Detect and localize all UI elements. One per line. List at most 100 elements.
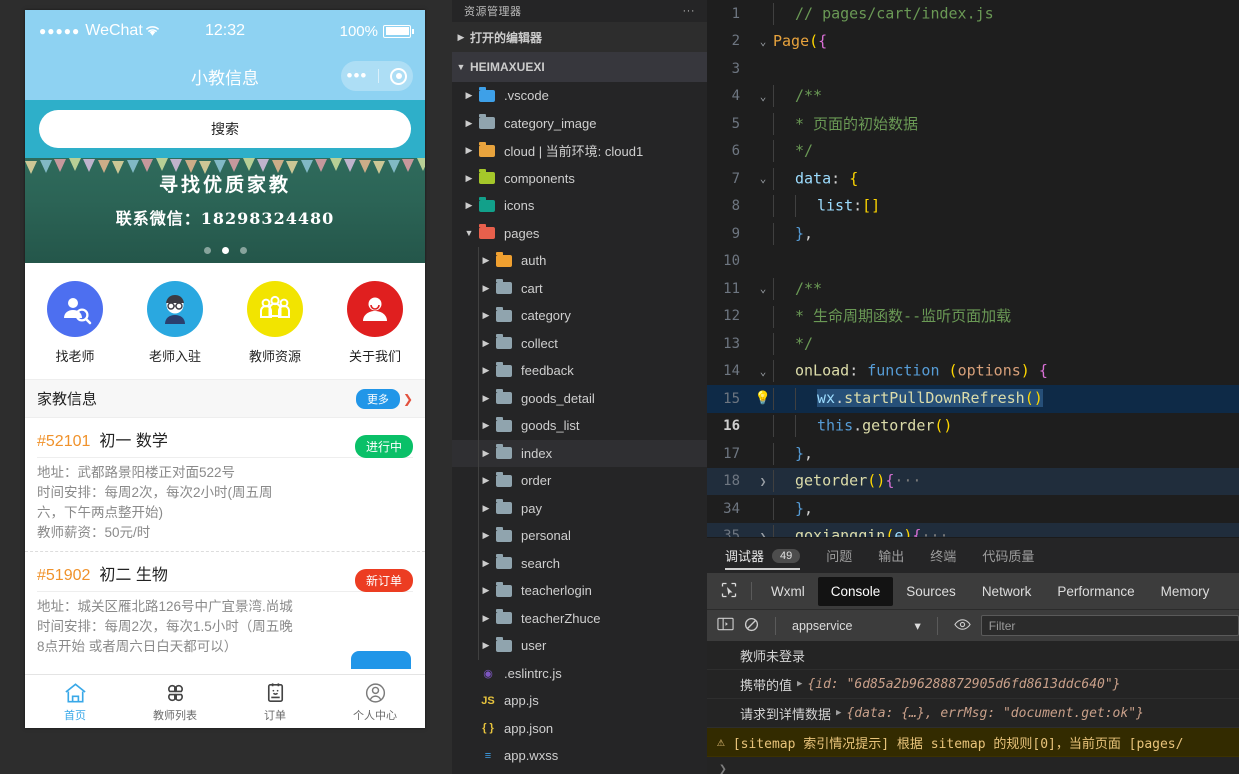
close-target-icon[interactable] [390, 67, 408, 85]
fold-open-icon[interactable]: ⌄ [753, 172, 773, 185]
code-line[interactable]: 8 list:[] [707, 193, 1239, 221]
console-row[interactable]: 请求到详情数据 ▶ {data: {…}, errMsg: "document.… [707, 699, 1239, 728]
tree-folder-search[interactable]: ▶ search [452, 549, 707, 577]
chevron-right-icon[interactable]: ▶ [477, 338, 495, 349]
carousel-dots[interactable] [25, 247, 425, 254]
code-line[interactable]: 4 ⌄/** [707, 83, 1239, 111]
chevron-down-icon[interactable]: ▼ [460, 228, 478, 238]
tree-folder-pay[interactable]: ▶ pay [452, 494, 707, 522]
capsule-button[interactable]: ••• [341, 61, 413, 91]
chevron-right-icon[interactable]: ▶ [460, 200, 478, 211]
code-lines[interactable]: 1// pages/cart/index.js 2 ⌄ Page({3 4 ⌄/** 5 * … [707, 0, 1239, 537]
list-item[interactable]: #51902 初二 生物 地址：城关区雁北路126号中广宜景湾.尚城 时间安排：… [25, 551, 425, 669]
code-line[interactable]: 10 [707, 248, 1239, 276]
explorer-actions-icon[interactable]: ··· [683, 5, 696, 17]
code-line[interactable]: 6 */ [707, 138, 1239, 166]
code-line[interactable]: 9}, [707, 220, 1239, 248]
lightbulb-icon[interactable]: 💡 [753, 391, 773, 406]
chevron-right-icon[interactable]: ▶ [477, 365, 495, 376]
chevron-right-icon[interactable]: ▶ [460, 90, 478, 101]
tab-debugger[interactable]: 调试器 49 [725, 538, 801, 574]
chevron-right-icon[interactable]: ▶ [460, 173, 478, 184]
chevron-right-icon[interactable]: ▶ [477, 283, 495, 294]
tree-folder-pages[interactable]: ▼ pages [452, 220, 707, 248]
tree-file-app.js[interactable]: JS app.js [452, 687, 707, 715]
fold-open-icon[interactable]: ⌄ [753, 365, 773, 378]
expand-triangle-icon[interactable]: ▶ [797, 679, 802, 689]
tree-folder-teacherlogin[interactable]: ▶ teacherlogin [452, 577, 707, 605]
quicknav-item-about-us[interactable]: 关于我们 [325, 281, 425, 365]
chevron-down-icon[interactable]: ▼ [452, 62, 470, 72]
chevron-right-icon[interactable]: ▶ [477, 640, 495, 651]
tree-file-project.config.json[interactable]: { }project.config.json [452, 770, 707, 774]
console-value[interactable]: {id: "6d85a2b96288872905d6fd8613ddc640"} [807, 677, 1120, 692]
code-line[interactable]: 16 this.getorder() [707, 413, 1239, 441]
code-line[interactable]: 34}, [707, 495, 1239, 523]
tree-folder-index[interactable]: ▶ index [452, 439, 707, 467]
tree-folder-icons[interactable]: ▶ icons [452, 192, 707, 220]
code-line[interactable]: 17}, [707, 440, 1239, 468]
chevron-right-icon[interactable]: ▶ [477, 558, 495, 569]
chevron-right-icon[interactable]: ▶ [477, 475, 495, 486]
expand-triangle-icon[interactable]: ▶ [836, 708, 841, 718]
inspect-element-icon[interactable] [713, 582, 745, 601]
tree-file-app.wxss[interactable]: ≡ app.wxss [452, 742, 707, 770]
tree-folder-auth[interactable]: ▶ auth [452, 247, 707, 275]
tab-orders[interactable]: 订单 [225, 675, 325, 728]
eye-icon[interactable] [954, 618, 971, 634]
promo-banner[interactable]: 寻找优质家教 联系微信：18298324480 [25, 158, 425, 263]
tree-file-app.json[interactable]: { } app.json [452, 715, 707, 743]
code-line[interactable]: 11 ⌄/** [707, 275, 1239, 303]
console-row-warning[interactable]: ⚠ [sitemap 索引情况提示] 根据 sitemap 的规则[0]，当前页… [707, 728, 1239, 757]
quicknav-item-teacher-join[interactable]: 老师入驻 [125, 281, 225, 365]
tab-console[interactable]: Console [817, 576, 894, 606]
tab-performance[interactable]: Performance [1044, 577, 1147, 606]
tree-folder-feedback[interactable]: ▶ feedback [452, 357, 707, 385]
chevron-right-icon[interactable]: ▶ [477, 310, 495, 321]
tab-network[interactable]: Network [969, 577, 1045, 606]
fold-closed-icon[interactable]: ❯ [753, 530, 773, 537]
console-row[interactable]: 携带的值 ▶ {id: "6d85a2b96288872905d6fd8613d… [707, 670, 1239, 699]
tab-profile[interactable]: 个人中心 [325, 675, 425, 728]
chevron-down-icon[interactable]: ▾ [914, 618, 920, 633]
chevron-right-icon[interactable]: ▶ [477, 585, 495, 596]
section-open-editors[interactable]: ▶ 打开的编辑器 [452, 22, 707, 52]
tree-folder-order[interactable]: ▶ order [452, 467, 707, 495]
code-line[interactable]: 2 ⌄ Page({ [707, 28, 1239, 56]
carousel-dot[interactable] [239, 247, 247, 254]
quicknav-item-teacher-resources[interactable]: 教师资源 [225, 281, 325, 365]
more-dots-icon[interactable]: ••• [347, 67, 368, 84]
carousel-dot[interactable] [203, 247, 211, 254]
console-filter-input[interactable]: Filter [980, 615, 1239, 636]
code-line[interactable]: 3 [707, 55, 1239, 83]
tab-sources[interactable]: Sources [893, 577, 969, 606]
quicknav-item-find-teacher[interactable]: 找老师 [25, 281, 125, 365]
code-line[interactable]: 15 💡 wx.startPullDownRefresh() [707, 385, 1239, 413]
tree-folder-personal[interactable]: ▶ personal [452, 522, 707, 550]
action-button-stub[interactable] [351, 651, 411, 669]
fold-closed-icon[interactable]: ❯ [753, 475, 773, 488]
tab-output[interactable]: 输出 [878, 538, 904, 574]
chevron-right-icon[interactable]: ▶ [477, 420, 495, 431]
tree-folder-components[interactable]: ▶ components [452, 165, 707, 193]
search-input[interactable]: 搜索 [39, 110, 411, 148]
clear-console-icon[interactable] [744, 617, 759, 635]
console-row[interactable]: 教师未登录 [707, 641, 1239, 670]
chevron-right-icon[interactable]: ▶ [477, 613, 495, 624]
console-context-select[interactable]: appservice ▾ [792, 618, 921, 634]
more-button-label[interactable]: 更多 [355, 388, 400, 409]
more-link[interactable]: 更多 ❯ [355, 388, 413, 409]
code-line[interactable]: 1 // pages/cart/index.js [707, 0, 1239, 28]
console-sidebar-icon[interactable] [717, 617, 734, 634]
chevron-right-icon[interactable]: ▶ [477, 503, 495, 514]
tree-folder-.vscode[interactable]: ▶ .vscode [452, 82, 707, 110]
code-line[interactable]: 18 ❯ getorder(){··· [707, 467, 1239, 495]
chevron-right-icon[interactable]: ▶ [460, 118, 478, 129]
tree-folder-user[interactable]: ▶ user [452, 632, 707, 660]
carousel-dot-active[interactable] [221, 247, 229, 254]
fold-open-icon[interactable]: ⌄ [753, 90, 773, 103]
tree-folder-category_image[interactable]: ▶ category_image [452, 110, 707, 138]
tab-memory[interactable]: Memory [1148, 577, 1223, 606]
tree-folder-goods_detail[interactable]: ▶ goods_detail [452, 384, 707, 412]
code-editor[interactable]: 1// pages/cart/index.js 2 ⌄ Page({3 4 ⌄/** 5 * … [707, 0, 1239, 537]
